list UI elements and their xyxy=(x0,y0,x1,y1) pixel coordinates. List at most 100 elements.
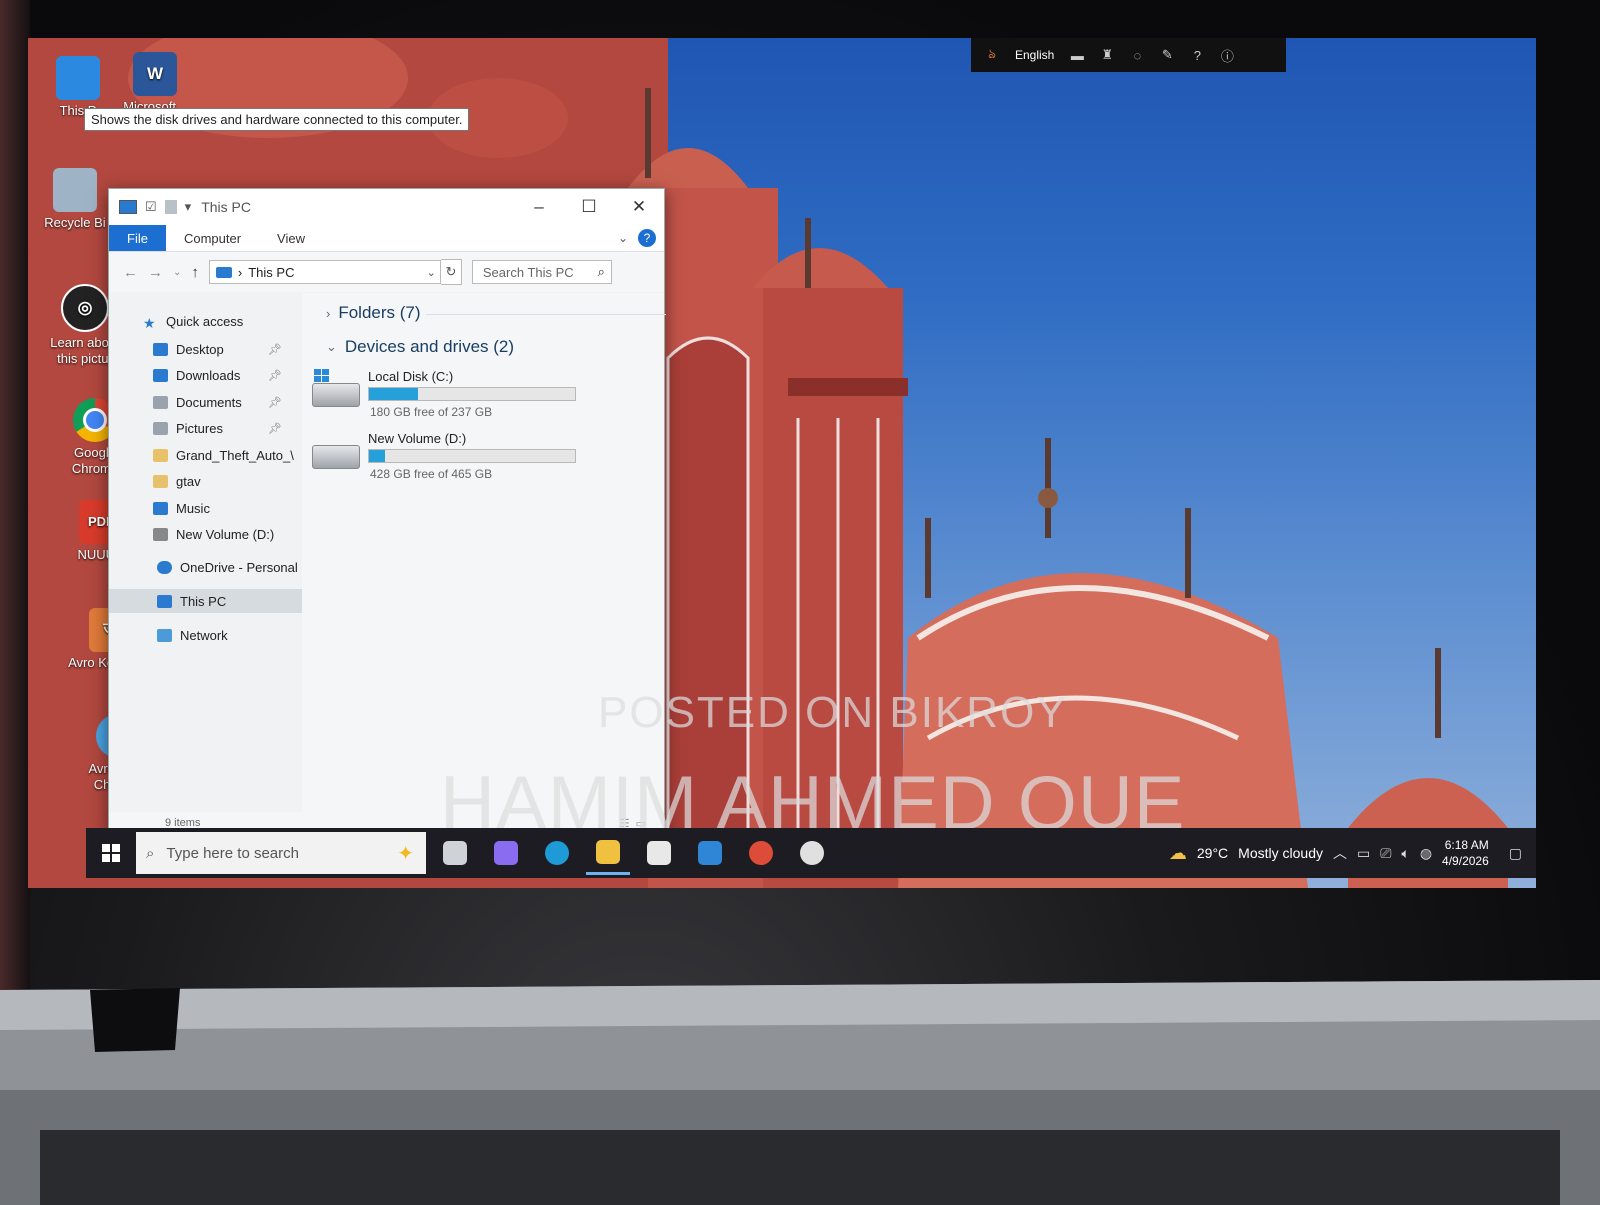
taskbar-app-file-explorer[interactable] xyxy=(586,831,630,875)
taskbar-app-copilot[interactable] xyxy=(484,831,528,875)
help-icon[interactable]: ? xyxy=(1190,48,1204,63)
address-dropdown-icon[interactable]: ⌄ xyxy=(427,266,436,279)
pin-icon[interactable]: 📌︎ xyxy=(268,343,282,356)
tool-icon[interactable]: ♜ xyxy=(1100,47,1114,62)
language-label[interactable]: English xyxy=(1015,48,1054,62)
back-arrow-icon[interactable]: ← xyxy=(123,264,138,281)
folder-icon xyxy=(153,528,168,541)
settings-icon[interactable]: ◌ xyxy=(1130,48,1144,63)
nav-item[interactable]: Music xyxy=(109,496,302,520)
weather-temp[interactable]: 29°C xyxy=(1197,845,1228,861)
hard-drive-icon xyxy=(312,383,360,407)
tab-computer[interactable]: Computer xyxy=(166,225,259,251)
folders-group-header[interactable]: › Folders (7) xyxy=(326,303,666,323)
taskbar-app-unknown-app[interactable] xyxy=(790,831,834,875)
network-globe-icon[interactable]: ◍ xyxy=(1420,845,1432,862)
taskbar-search[interactable]: ⌕ Type here to search ✦ xyxy=(136,832,426,874)
pin-icon[interactable]: 📌︎ xyxy=(268,396,282,409)
sparkle-icon[interactable]: ✦ xyxy=(397,841,414,866)
maximize-button[interactable]: ☐ xyxy=(564,189,614,225)
photo-background: This P W Microsoft... Recycle Bi ◎ Learn… xyxy=(0,0,1600,1205)
desktop-icon-label: Recycle Bi xyxy=(44,215,106,230)
nav-onedrive[interactable]: OneDrive - Personal xyxy=(109,555,302,579)
help-button[interactable]: ? xyxy=(638,229,656,247)
nav-label: Network xyxy=(180,627,228,643)
windows-logo-icon xyxy=(102,844,120,862)
search-placeholder: Search This PC xyxy=(482,264,574,280)
this-pc-icon xyxy=(56,56,100,100)
nav-quick-access[interactable]: ★ Quick access xyxy=(109,309,302,333)
chevron-right-icon[interactable]: › xyxy=(326,306,330,321)
nav-label: Music xyxy=(176,500,210,516)
up-arrow-icon[interactable]: ↑ xyxy=(191,264,199,281)
nav-item[interactable]: Downloads 📌︎ xyxy=(109,364,302,388)
group-title: Folders (7) xyxy=(338,303,421,322)
nav-label: Downloads xyxy=(176,368,241,383)
refresh-button[interactable]: ↻ xyxy=(440,259,462,285)
taskbar-app-task-view[interactable] xyxy=(433,831,477,875)
minimize-button[interactable]: – xyxy=(514,189,564,225)
desktop-icon-word[interactable]: W Microsoft... xyxy=(110,52,200,115)
properties-icon[interactable]: ☑ xyxy=(145,199,157,215)
taskbar-app-microsoft-store[interactable] xyxy=(637,831,681,875)
nav-item[interactable]: New Volume (D:) xyxy=(109,523,302,547)
nav-item[interactable]: Desktop 📌︎ xyxy=(109,337,302,361)
notifications-icon[interactable]: ▢ xyxy=(1509,845,1522,862)
taskbar-app-chrome[interactable] xyxy=(739,831,783,875)
task-view-icon xyxy=(443,841,467,865)
address-bar[interactable]: › This PC ⌄ xyxy=(208,260,441,284)
nav-item[interactable]: Pictures 📌︎ xyxy=(109,417,302,441)
edge-icon xyxy=(545,841,569,865)
weather-icon[interactable]: ☁ xyxy=(1169,843,1187,864)
forward-arrow-icon[interactable]: → xyxy=(148,264,163,281)
battery-icon[interactable]: ▭ xyxy=(1357,845,1370,862)
edit-icon[interactable]: ✎ xyxy=(1160,47,1174,62)
drive-tile[interactable]: New Volume (D:) 428 GB free of 465 GB xyxy=(312,431,642,487)
avro-icon[interactable]: ঌ xyxy=(985,46,999,62)
title-bar[interactable]: ☑ ▾ This PC – ☐ ✕ xyxy=(109,189,664,225)
chevron-down-icon[interactable]: ⌄ xyxy=(326,339,337,355)
meet-now-icon[interactable]: ⎚ xyxy=(1380,845,1391,862)
taskbar-app-mail[interactable] xyxy=(688,831,732,875)
windows-logo-icon xyxy=(314,369,329,382)
desktop-icon-recycle-bin[interactable]: Recycle Bi xyxy=(30,168,120,231)
search-box[interactable]: Search This PC ⌕ xyxy=(471,260,612,284)
recent-locations-icon[interactable]: ⌄ xyxy=(173,267,181,278)
info-icon[interactable]: ⓘ xyxy=(1220,48,1234,64)
expand-ribbon-icon[interactable]: ⌄ xyxy=(618,231,628,245)
system-tray: ☁ 29°C Mostly cloudy ︿ ▭ ⎚ 🔈︎ ◍ 6:18 AM … xyxy=(1169,837,1536,869)
volume-icon[interactable]: 🔈︎ xyxy=(1401,845,1409,862)
devices-group-header[interactable]: ⌄ Devices and drives (2) xyxy=(326,337,514,357)
start-button[interactable] xyxy=(86,828,136,878)
nav-network[interactable]: Network xyxy=(109,623,302,647)
drive-tile[interactable]: Local Disk (C:) 180 GB free of 237 GB xyxy=(312,369,642,425)
language-bar[interactable]: ঌ English ▬ ♜ ◌ ✎ ? ⓘ xyxy=(971,38,1286,72)
nav-item[interactable]: Grand_Theft_Auto_\ xyxy=(109,443,302,467)
this-pc-icon xyxy=(157,594,172,608)
new-folder-icon[interactable] xyxy=(164,200,177,214)
breadcrumb-chevron-icon[interactable]: › xyxy=(238,265,242,280)
pin-icon[interactable]: 📌︎ xyxy=(268,369,282,382)
computer-icon[interactable] xyxy=(119,200,137,214)
taskbar-app-edge[interactable] xyxy=(535,831,579,875)
taskbar-search-placeholder: Type here to search xyxy=(166,844,299,862)
folder-icon xyxy=(153,501,168,515)
tab-view[interactable]: View xyxy=(259,225,323,251)
watermark-line-1: POSTED ON BIKROY xyxy=(598,688,1068,737)
clock-time: 6:18 AM xyxy=(1444,838,1489,852)
nav-item[interactable]: Documents 📌︎ xyxy=(109,390,302,414)
nav-label: Pictures xyxy=(176,421,223,436)
nav-this-pc[interactable]: This PC xyxy=(109,589,302,613)
close-button[interactable]: ✕ xyxy=(614,189,664,225)
weather-desc[interactable]: Mostly cloudy xyxy=(1238,845,1323,861)
clock-date: 4/9/2026 xyxy=(1442,854,1489,868)
pin-icon[interactable]: 📌︎ xyxy=(268,422,282,435)
search-icon[interactable]: ⌕ xyxy=(598,264,605,280)
clock[interactable]: 6:18 AM 4/9/2026 xyxy=(1442,837,1489,869)
file-explorer-window[interactable]: ☑ ▾ This PC – ☐ ✕ File Computer View ⌄ ? xyxy=(108,188,666,835)
keyboard-icon[interactable]: ▬ xyxy=(1070,48,1084,63)
show-hidden-icons-icon[interactable]: ︿ xyxy=(1333,843,1347,863)
nav-item[interactable]: gtav xyxy=(109,470,302,494)
tab-file[interactable]: File xyxy=(109,225,166,251)
customize-dropdown-icon[interactable]: ▾ xyxy=(185,199,192,215)
